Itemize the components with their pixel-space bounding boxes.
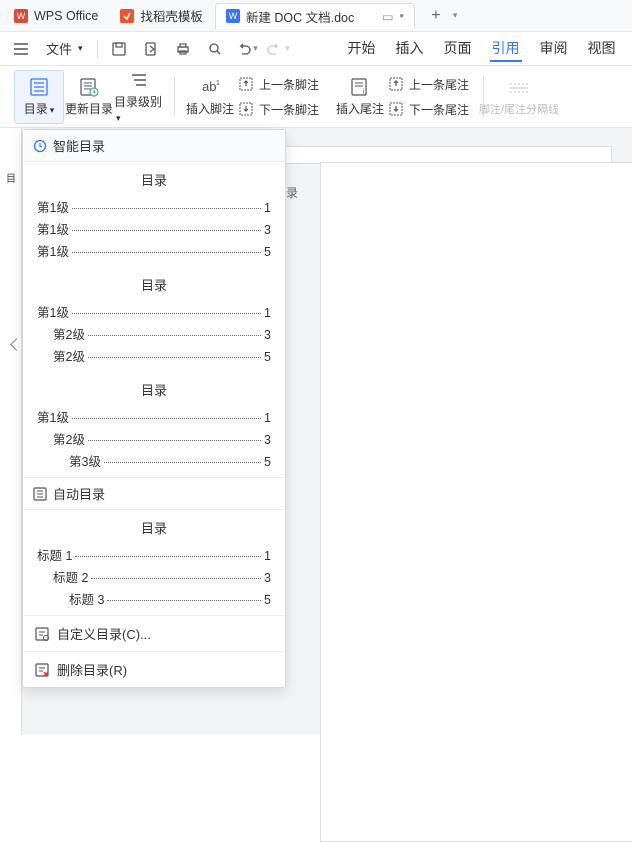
cursor-mark: 录 bbox=[286, 184, 298, 201]
toc-preview-three-level[interactable]: 目录 第1级1 第2级3 第3级5 bbox=[23, 372, 285, 477]
tabs-overflow-icon[interactable]: ▾ bbox=[453, 10, 458, 21]
custom-toc-icon bbox=[35, 627, 49, 641]
ribbon-group-separator: 脚注/尾注分隔线 bbox=[488, 70, 550, 123]
ribbon-divider bbox=[174, 76, 175, 117]
toc-title: 目录 bbox=[37, 275, 271, 294]
word-doc-icon: W bbox=[226, 9, 240, 23]
toc-preview-two-level[interactable]: 目录 第1级1 第2级3 第2级5 bbox=[23, 267, 285, 372]
toc-button[interactable]: 目录▾ bbox=[14, 70, 64, 124]
custom-toc-action[interactable]: 自定义目录(C)... bbox=[23, 615, 285, 651]
toc-level-button[interactable]: 目录级别▾ bbox=[114, 70, 164, 124]
ribbon-group-footnote: ab1 插入脚注 上一条脚注 下一条脚注 bbox=[179, 70, 329, 123]
divider bbox=[97, 40, 98, 58]
endnote-icon: i bbox=[349, 76, 371, 98]
next-endnote-button[interactable]: 下一条尾注 bbox=[385, 99, 473, 120]
toc-title: 目录 bbox=[37, 518, 271, 537]
file-menu[interactable]: 文件▾ bbox=[40, 35, 89, 62]
hamburger-menu[interactable] bbox=[8, 39, 34, 59]
tab-page[interactable]: 页面 bbox=[442, 36, 474, 62]
footnote-icon: ab1 bbox=[199, 76, 221, 98]
tab-document[interactable]: W 新建 DOC 文档.doc ▭ • bbox=[215, 3, 415, 29]
toc-side-label: 目 bbox=[6, 170, 16, 185]
tab-label: 新建 DOC 文档.doc bbox=[246, 7, 354, 26]
ribbon: 目录▾ 更新目录 目录级别▾ ab1 插入脚注 上一条脚注 下一条脚注 i 插入… bbox=[0, 66, 632, 128]
toc-icon bbox=[28, 76, 50, 98]
svg-text:1: 1 bbox=[216, 80, 220, 87]
update-toc-button[interactable]: 更新目录 bbox=[64, 70, 114, 124]
new-tab-button[interactable]: + bbox=[423, 3, 449, 29]
separator-button[interactable]: 脚注/尾注分隔线 bbox=[494, 70, 544, 124]
save-icon[interactable] bbox=[106, 36, 132, 62]
tab-docer[interactable]: 找稻壳模板 bbox=[110, 3, 213, 29]
prev-endnote-button[interactable]: 上一条尾注 bbox=[385, 74, 473, 95]
smart-toc-header: 智能目录 bbox=[23, 130, 285, 162]
insert-endnote-button[interactable]: i 插入尾注 bbox=[335, 70, 385, 124]
tab-label: 找稻壳模板 bbox=[140, 6, 203, 25]
toc-dropdown: 智能目录 目录 第1级1 第1级3 第1级5 目录 第1级1 第2级3 第2级5… bbox=[22, 129, 286, 688]
toc-title: 目录 bbox=[37, 170, 271, 189]
next-footnote-icon bbox=[239, 102, 255, 116]
prev-endnote-icon bbox=[389, 77, 405, 91]
update-toc-icon bbox=[78, 76, 100, 98]
ribbon-group-endnote: i 插入尾注 上一条尾注 下一条尾注 bbox=[329, 70, 479, 123]
insert-footnote-button[interactable]: ab1 插入脚注 bbox=[185, 70, 235, 124]
ribbon-tabs: 开始 插入 页面 引用 审阅 视图 bbox=[346, 36, 618, 62]
tab-insert[interactable]: 插入 bbox=[394, 36, 426, 62]
list-icon bbox=[33, 487, 47, 501]
tab-label: WPS Office bbox=[34, 9, 98, 23]
tab-view[interactable]: 视图 bbox=[586, 36, 618, 62]
export-icon[interactable] bbox=[138, 36, 164, 62]
wps-icon: W bbox=[14, 9, 28, 23]
separator-icon bbox=[508, 77, 530, 99]
auto-toc-header: 自动目录 bbox=[23, 477, 285, 510]
vertical-ruler[interactable]: 目 bbox=[0, 128, 22, 735]
toc-preview-auto[interactable]: 目录 标题 11 标题 23 标题 35 bbox=[23, 510, 285, 615]
toc-title: 目录 bbox=[37, 380, 271, 399]
toc-preview-single-level[interactable]: 目录 第1级1 第1级3 第1级5 bbox=[23, 162, 285, 267]
toc-level-icon bbox=[128, 70, 150, 91]
svg-text:W: W bbox=[17, 11, 26, 21]
print-preview-icon[interactable] bbox=[202, 36, 228, 62]
ribbon-group-toc: 目录▾ 更新目录 目录级别▾ bbox=[8, 70, 170, 123]
tab-menu-icon[interactable]: • bbox=[400, 9, 404, 23]
print-icon[interactable] bbox=[170, 36, 196, 62]
next-footnote-button[interactable]: 下一条脚注 bbox=[235, 99, 323, 120]
window-icon[interactable]: ▭ bbox=[382, 9, 394, 24]
clock-icon bbox=[33, 139, 47, 153]
docer-icon bbox=[120, 9, 134, 23]
delete-toc-icon bbox=[35, 663, 49, 677]
delete-toc-action[interactable]: 删除目录(R) bbox=[23, 651, 285, 687]
prev-footnote-icon bbox=[239, 77, 255, 91]
next-endnote-icon bbox=[389, 102, 405, 116]
svg-text:ab: ab bbox=[202, 79, 216, 94]
document-page[interactable] bbox=[320, 162, 632, 842]
redo-icon[interactable]: ▾ bbox=[266, 36, 292, 62]
tab-review[interactable]: 审阅 bbox=[538, 36, 570, 62]
tab-wps-office[interactable]: W WPS Office bbox=[4, 3, 108, 29]
title-tabs: W WPS Office 找稻壳模板 W 新建 DOC 文档.doc ▭ • +… bbox=[0, 0, 632, 32]
tab-reference[interactable]: 引用 bbox=[490, 36, 522, 62]
menubar: 文件▾ ▾ ▾ 开始 插入 页面 引用 审阅 视图 bbox=[0, 32, 632, 66]
undo-icon[interactable]: ▾ bbox=[234, 36, 260, 62]
tab-start[interactable]: 开始 bbox=[346, 36, 378, 62]
svg-text:W: W bbox=[229, 11, 238, 21]
prev-footnote-button[interactable]: 上一条脚注 bbox=[235, 74, 323, 95]
